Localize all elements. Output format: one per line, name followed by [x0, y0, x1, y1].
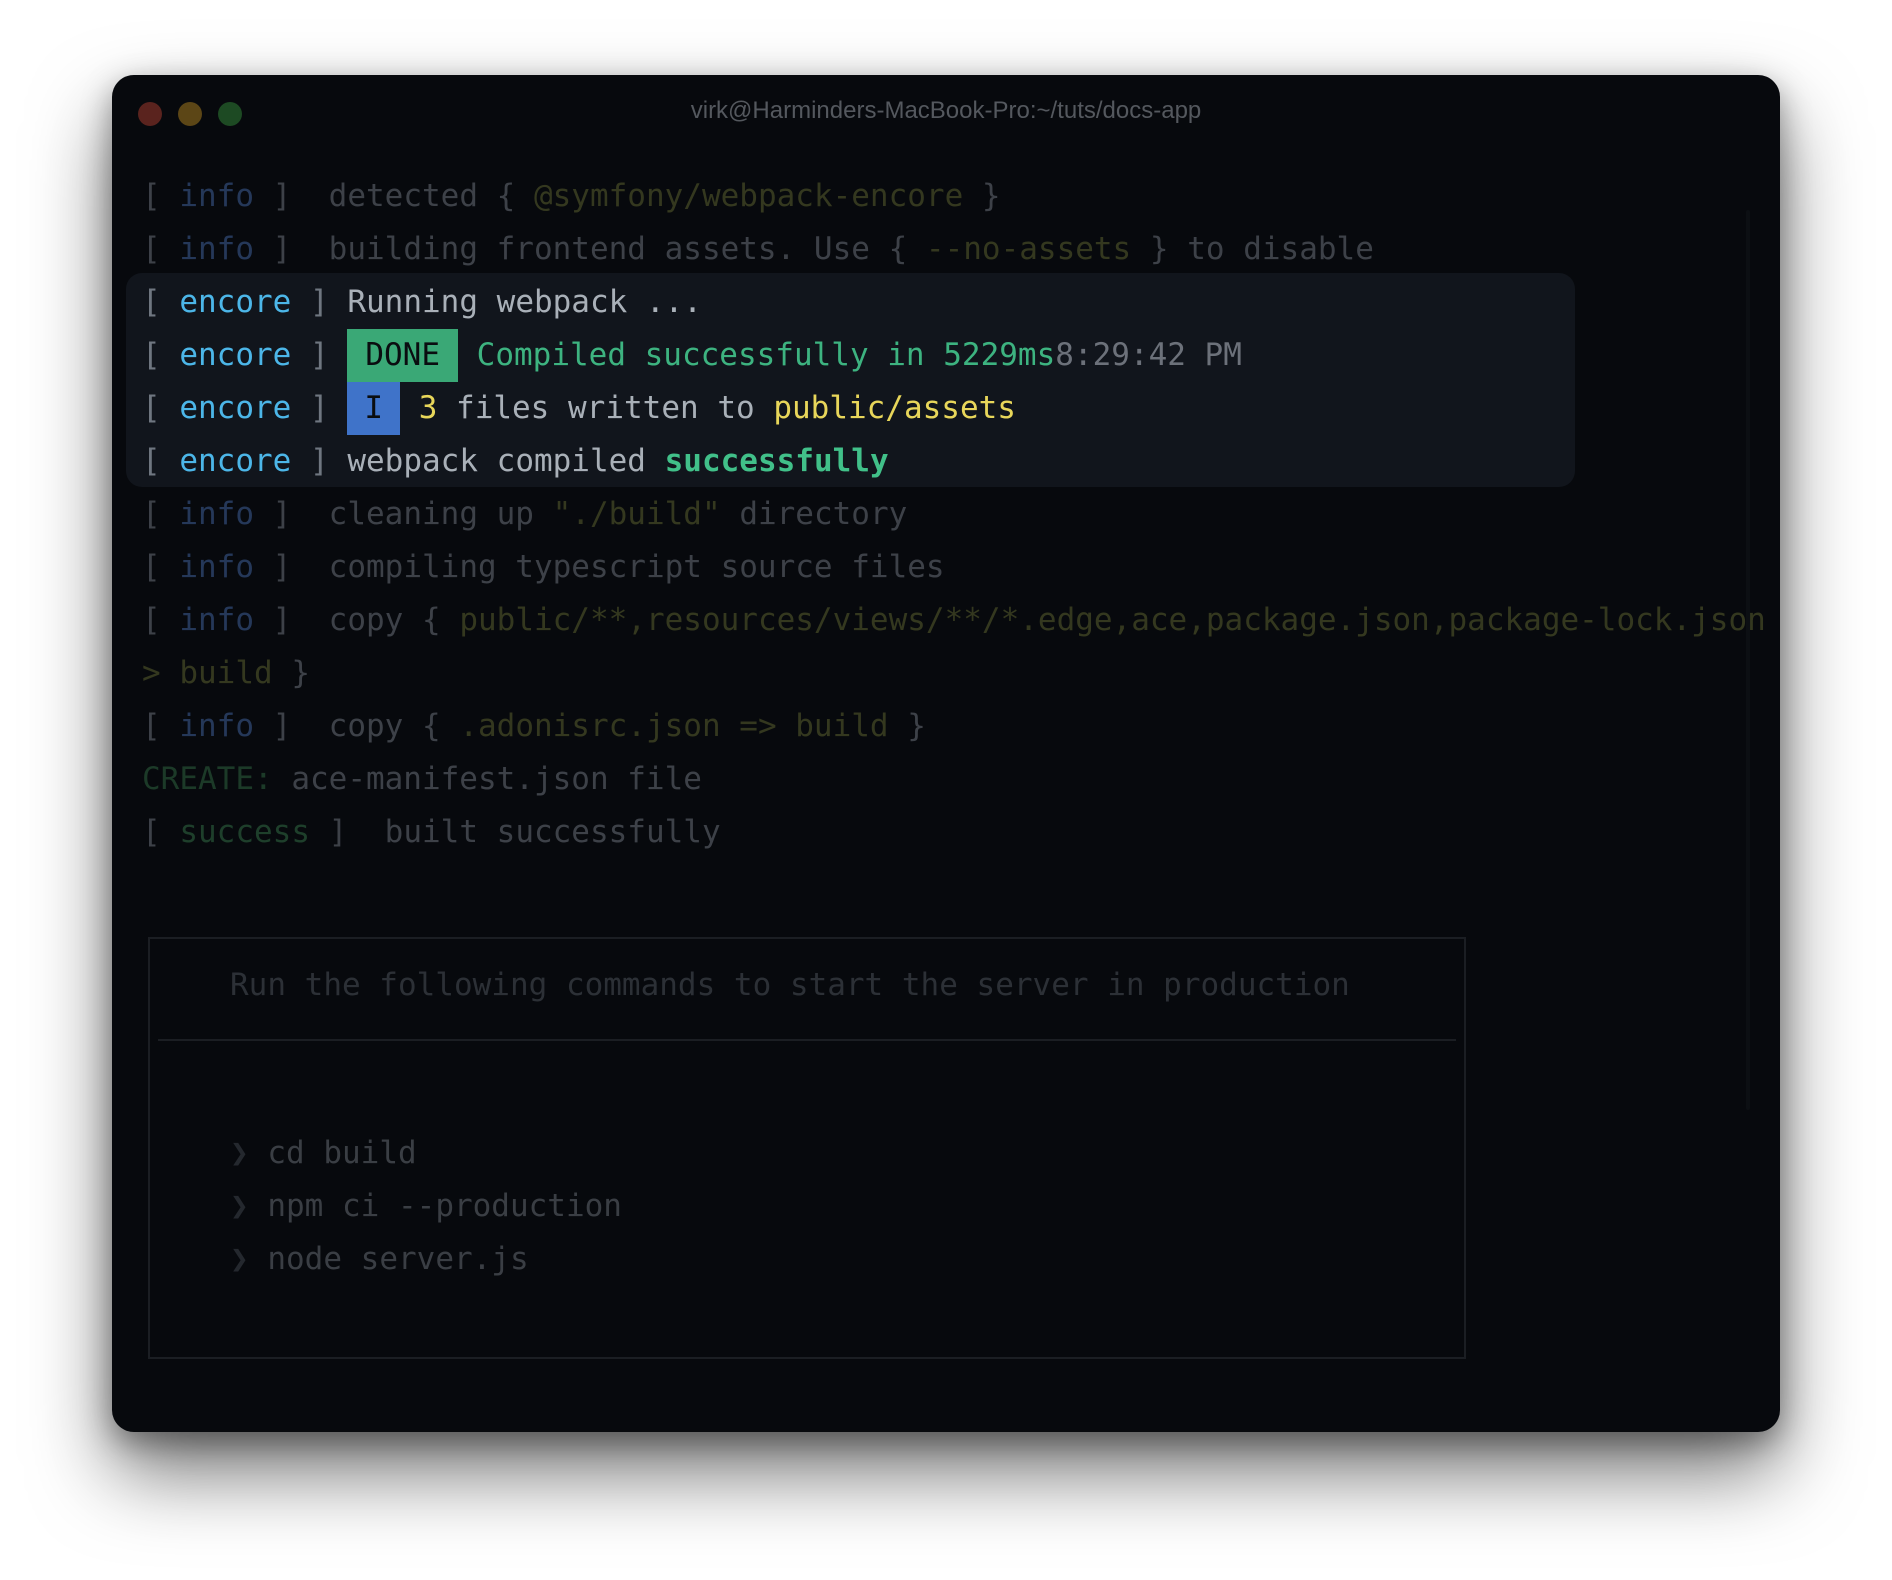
terminal-window[interactable]: virk@Harminders-MacBook-Pro:~/tuts/docs-…	[112, 75, 1780, 1432]
bracket-close: ]	[272, 708, 292, 744]
prompt-chevron-icon: ❯	[230, 1188, 249, 1224]
create-label: CREATE:	[142, 761, 273, 797]
compile-status: successfully	[664, 443, 889, 479]
log-line-info-compiling: [ info ] compiling typescript source fil…	[142, 541, 945, 594]
bracket-open: [	[142, 284, 161, 320]
log-text: built successfully	[384, 814, 721, 850]
log-line-info-copy: [ info ] copy { public/**,resources/view…	[142, 594, 1780, 647]
bracket-close: ]	[272, 549, 292, 585]
command-line: ❯ npm ci --production	[230, 1180, 622, 1233]
log-line-info-detected: [ info ] detected { @symfony/webpack-enc…	[142, 170, 1001, 223]
log-tag: info	[179, 178, 254, 214]
log-arg: --no-assets	[925, 231, 1132, 267]
log-text: compiling typescript source files	[328, 549, 945, 585]
bracket-close: ]	[310, 390, 329, 426]
log-line-info-building: [ info ] building frontend assets. Use {…	[142, 223, 1374, 276]
log-text-end: }	[907, 708, 926, 744]
bracket-open: [	[142, 814, 161, 850]
bracket-close: ]	[272, 602, 292, 638]
prompt-chevron-icon: ❯	[230, 1241, 249, 1277]
log-tag: encore	[179, 337, 292, 373]
log-arg: .adonisrc.json => build	[459, 708, 889, 744]
bracket-open: [	[142, 390, 161, 426]
log-line-info-copy-wrap: > build }	[142, 647, 310, 700]
scrollbar[interactable]	[1746, 210, 1750, 1110]
log-arg-continued: > build	[142, 655, 273, 691]
log-tag: encore	[179, 443, 292, 479]
log-text: cleaning up	[328, 496, 534, 532]
prompt-chevron-icon: ❯	[230, 1135, 249, 1171]
bracket-open: [	[142, 708, 161, 744]
bracket-open: [	[142, 443, 161, 479]
bracket-open: [	[142, 231, 161, 267]
instructions-box: Run the following commands to start the …	[148, 937, 1466, 1359]
log-text: copy {	[328, 708, 441, 744]
log-line-info-cleaning: [ info ] cleaning up "./build" directory	[142, 488, 907, 541]
command-line: ❯ node server.js	[230, 1233, 529, 1286]
bracket-close: ]	[310, 443, 329, 479]
file-count: 3	[418, 390, 438, 426]
log-line-encore-compiled: [ encore ] webpack compiled successfully	[142, 435, 889, 488]
log-text-end: } to disable	[1149, 231, 1374, 267]
log-tag: encore	[179, 284, 292, 320]
info-badge: I	[347, 382, 401, 435]
log-text: building frontend assets. Use {	[328, 231, 908, 267]
bracket-close: ]	[310, 337, 329, 373]
log-text: files written to	[456, 390, 755, 426]
bracket-open: [	[142, 178, 161, 214]
log-tag: info	[179, 708, 254, 744]
log-text-end: }	[291, 655, 310, 691]
log-arg: public/**,resources/views/**/*.edge,ace,…	[459, 602, 1780, 638]
log-line-encore-done: [ encore ] DONE Compiled successfully in…	[142, 329, 1242, 382]
command-text: node server.js	[267, 1241, 529, 1277]
log-text-end: }	[981, 178, 1001, 214]
bracket-close: ]	[272, 231, 292, 267]
log-text: Running webpack ...	[347, 284, 702, 320]
bracket-close: ]	[272, 178, 292, 214]
log-arg: @symfony/webpack-encore	[533, 178, 964, 214]
log-line-encore-running: [ encore ] Running webpack ...	[142, 276, 702, 329]
log-tag: info	[179, 549, 254, 585]
output-path: public/assets	[773, 390, 1016, 426]
log-text: detected {	[328, 178, 516, 214]
log-line-info-copy-rc: [ info ] copy { .adonisrc.json => build …	[142, 700, 926, 753]
log-text: copy {	[328, 602, 441, 638]
terminal-output[interactable]: [ info ] detected { @symfony/webpack-enc…	[112, 75, 1780, 1432]
bracket-open: [	[142, 337, 161, 373]
command-line: ❯ cd build	[230, 1127, 417, 1180]
command-text: cd build	[267, 1135, 417, 1171]
log-text: webpack compiled	[347, 443, 646, 479]
command-text: npm ci --production	[267, 1188, 622, 1224]
done-badge: DONE	[347, 329, 458, 382]
bracket-close: ]	[272, 496, 292, 532]
compile-time: 8:29:42 PM	[1055, 337, 1242, 373]
log-line-create: CREATE: ace-manifest.json file	[142, 753, 702, 806]
bracket-close: ]	[328, 814, 348, 850]
bracket-close: ]	[310, 284, 329, 320]
log-tag: info	[179, 602, 254, 638]
log-line-encore-files: [ encore ] I 3 files written to public/a…	[142, 382, 1016, 435]
bracket-open: [	[142, 549, 161, 585]
log-line-success: [ success ] built successfully	[142, 806, 721, 859]
log-tag: info	[179, 496, 254, 532]
bracket-open: [	[142, 602, 161, 638]
log-text-end: directory	[739, 496, 908, 532]
box-divider	[158, 1039, 1456, 1041]
log-tag: success	[179, 814, 310, 850]
instructions-heading: Run the following commands to start the …	[230, 967, 1350, 1003]
compile-message: Compiled successfully in 5229ms	[476, 337, 1056, 373]
bracket-open: [	[142, 496, 161, 532]
log-arg: "./build"	[552, 496, 721, 532]
log-tag: encore	[179, 390, 292, 426]
log-text: ace-manifest.json file	[291, 761, 702, 797]
log-tag: info	[179, 231, 254, 267]
